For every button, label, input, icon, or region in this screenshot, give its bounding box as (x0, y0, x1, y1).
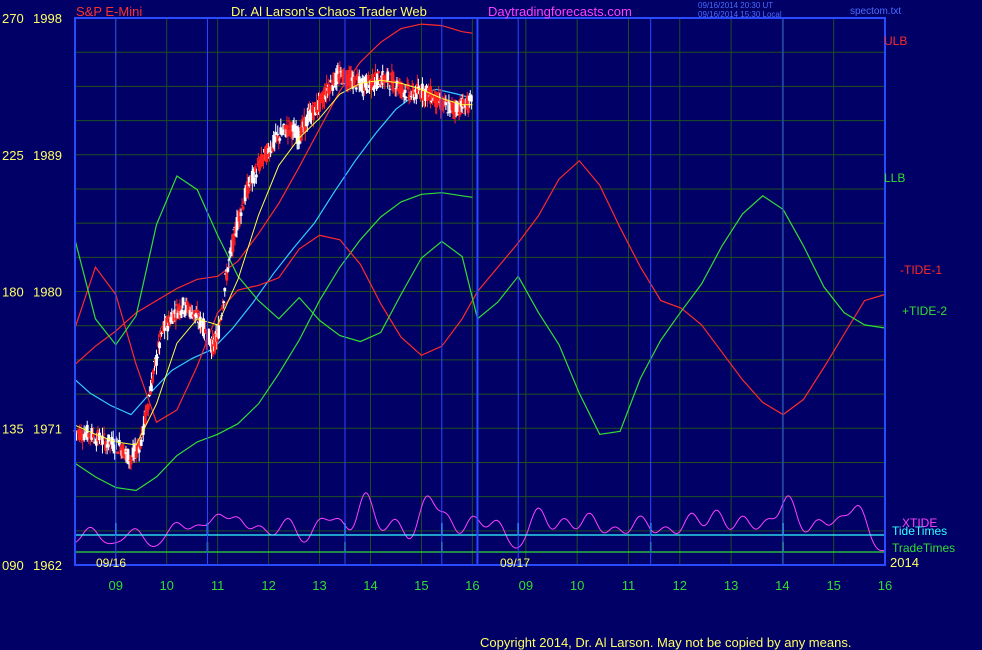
candle-body (139, 439, 143, 446)
candle-body (241, 206, 245, 210)
candle-body (469, 95, 473, 102)
candle-body (276, 133, 280, 135)
candle-body (85, 424, 89, 440)
x-tick-label: 15 (414, 578, 428, 593)
candle-body (287, 120, 291, 122)
timestamp-ut: 09/16/2014 20:30 UT (698, 1, 773, 10)
candle-body (406, 83, 410, 90)
candle-body (143, 411, 147, 424)
date-label-first: 09/16 (96, 556, 126, 570)
candle-body (227, 259, 231, 261)
candle-body (403, 89, 407, 93)
candle-body (366, 89, 369, 93)
candle-body (148, 391, 152, 395)
y-tick-degree: 225 (2, 148, 24, 163)
tidetimes-label: TideTimes (892, 524, 947, 538)
y-tick-price: 1998 (33, 11, 62, 26)
y-tick-degree: 090 (2, 558, 24, 573)
x-tick-label: 14 (775, 578, 789, 593)
candle-body (102, 433, 106, 435)
candle-body (252, 177, 256, 184)
candle-body (404, 97, 408, 99)
x-tick-label: 10 (570, 578, 584, 593)
tide1-label: -TIDE-1 (900, 263, 942, 277)
candle-body (328, 85, 332, 94)
candle-body (204, 328, 207, 334)
candle-body (91, 433, 95, 438)
y-tick-price: 1962 (33, 558, 62, 573)
candle-body (222, 301, 226, 303)
x-tick-label: 14 (363, 578, 377, 593)
copyright-notice: Copyright 2014, Dr. Al Larson. May not b… (480, 635, 851, 650)
candle-body (218, 323, 222, 325)
y-tick-degree: 180 (2, 285, 24, 300)
candle-body (90, 428, 94, 440)
candle-body (156, 356, 159, 359)
candle-body (107, 434, 111, 448)
x-tick-label: 13 (312, 578, 326, 593)
y-tick-price: 1980 (33, 285, 62, 300)
candle-body (377, 71, 381, 74)
timestamp-local: 09/16/2014 15:30 Local (698, 10, 782, 19)
candle-body (175, 304, 179, 306)
candle-body (82, 434, 86, 441)
candle-body (217, 324, 221, 339)
candle-body (116, 451, 120, 455)
x-tick-label: 11 (211, 578, 225, 593)
x-tick-label: 16 (465, 578, 479, 593)
tradetimes-label: TradeTimes (892, 541, 955, 555)
candle-body (388, 88, 392, 90)
candle-body (195, 309, 199, 313)
candle-body (181, 297, 185, 306)
candle-body (278, 138, 282, 141)
site-link[interactable]: Daytradingforecasts.com (488, 4, 632, 19)
chaos-trader-chart: 09 10 11 12 13 14 15 16 09 10 11 12 13 14 15 16 270 1998 2… (0, 0, 982, 650)
candle-body (79, 429, 83, 439)
year-label: 2014 (890, 555, 919, 570)
x-tick-label: 11 (622, 578, 636, 593)
candle-body (354, 87, 358, 90)
candle-body (435, 104, 439, 108)
candle-body (246, 188, 250, 194)
candle-body (146, 404, 150, 410)
symbol-title: S&P E-Mini (76, 4, 142, 19)
tide2-label: +TIDE-2 (902, 304, 947, 318)
x-tick-label: 15 (826, 578, 840, 593)
brand-title: Dr. Al Larson's Chaos Trader Web (231, 4, 427, 19)
x-tick-label: 09 (109, 578, 123, 593)
x-tick-label: 13 (724, 578, 738, 593)
ulb-label: ULB (884, 34, 907, 48)
candle-body (254, 174, 258, 178)
x-tick-label: 12 (261, 578, 275, 593)
x-tick-label: 12 (673, 578, 687, 593)
llb-label: LLB (884, 171, 905, 185)
candle-body (160, 332, 164, 334)
y-tick-degree: 270 (2, 11, 24, 26)
x-tick-label: 10 (159, 578, 173, 593)
x-tick-label: 09 (519, 578, 533, 593)
candle-body (223, 287, 227, 292)
candle-body (226, 267, 230, 272)
candle-body (87, 433, 91, 438)
y-tick-price: 1971 (33, 421, 62, 436)
y-tick-degree: 135 (2, 421, 24, 436)
filename-label: spectom.txt (850, 6, 901, 17)
date-label-second: 09/17 (500, 556, 530, 570)
candle-body (239, 212, 243, 216)
candle-body (158, 342, 161, 349)
candle-body (166, 325, 170, 332)
y-tick-price: 1989 (33, 148, 62, 163)
candle-body (225, 271, 229, 281)
x-tick-label: 16 (878, 578, 892, 593)
chart-screen: 09 10 11 12 13 14 15 16 09 10 11 12 13 14 15 16 270 1998 2… (0, 0, 982, 650)
candle-body (180, 309, 184, 314)
